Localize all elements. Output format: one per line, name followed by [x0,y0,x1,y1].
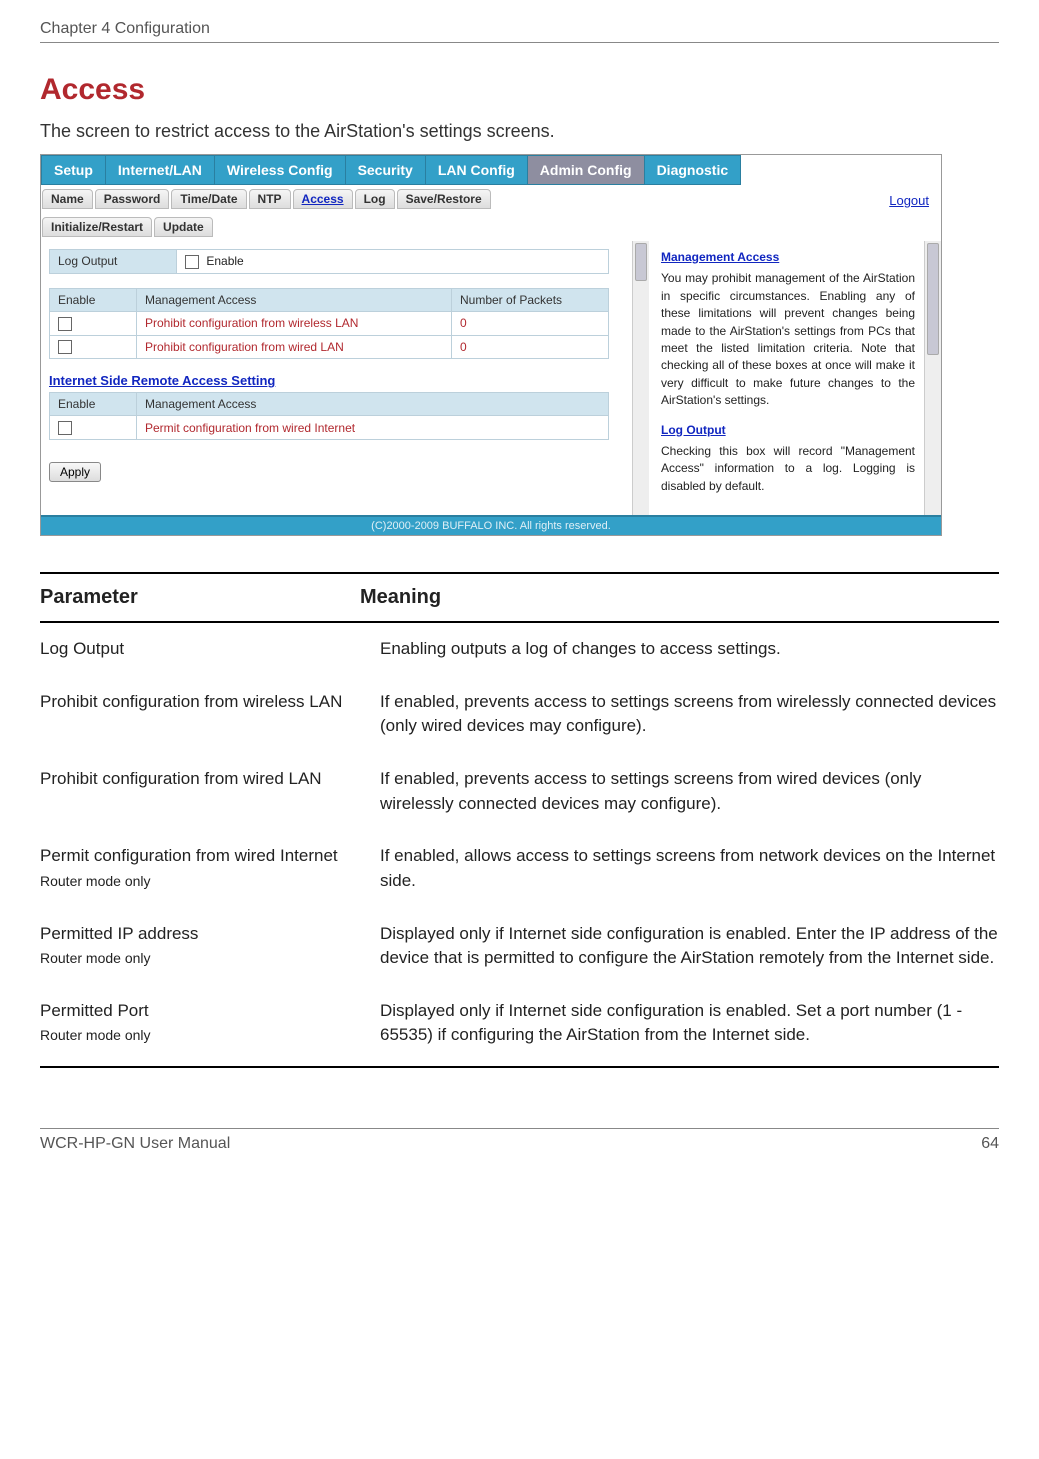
remote-header-enable: Enable [50,393,137,416]
param-5-name: Permitted Port [40,1001,149,1020]
param-header-meaning: Meaning [360,586,999,609]
param-5-meaning: Displayed only if Internet side configur… [380,999,999,1048]
screenshot-right-pane: Management Access You may prohibit manag… [649,241,941,515]
param-1-name: Prohibit configuration from wireless LAN [40,692,342,711]
remote-access-table: Enable Management Access Permit configur… [49,392,609,440]
remote-header-access: Management Access [137,393,609,416]
param-4-meaning: Displayed only if Internet side configur… [380,922,999,971]
param-3-name: Permit configuration from wired Internet [40,846,338,865]
page-footer: WCR-HP-GN User Manual 64 [40,1128,999,1153]
footer-page-number: 64 [981,1135,999,1153]
param-5-note: Router mode only [40,1025,360,1045]
mgmt-row1-label: Prohibit configuration from wired LAN [137,335,452,359]
mgmt-row0-label: Prohibit configuration from wireless LAN [137,311,452,335]
screenshot-panel: Setup Internet/LAN Wireless Config Secur… [40,154,942,536]
subtab-name[interactable]: Name [42,189,93,209]
sub-tabs-row-1: Name Password Time/Date NTP Access Log S… [41,185,941,213]
help-management-access-title: Management Access [661,249,933,266]
management-access-table: Enable Management Access Number of Packe… [49,288,609,360]
tab-setup[interactable]: Setup [41,155,105,185]
subtab-update[interactable]: Update [154,217,213,237]
param-3-meaning: If enabled, allows access to settings sc… [380,844,999,893]
tab-lan-config[interactable]: LAN Config [425,155,527,185]
param-0-meaning: Enabling outputs a log of changes to acc… [380,637,999,662]
mgmt-row0-packets: 0 [452,311,609,335]
tab-security[interactable]: Security [345,155,425,185]
tab-diagnostic[interactable]: Diagnostic [644,155,742,185]
subtab-password[interactable]: Password [95,189,170,209]
chapter-header: Chapter 4 Configuration [40,20,999,43]
table-row: Prohibit configuration from wired LAN If… [40,753,999,830]
screenshot-footer: (C)2000-2009 BUFFALO INC. All rights res… [41,515,941,535]
subtab-ntp[interactable]: NTP [249,189,291,209]
apply-button[interactable]: Apply [49,462,101,482]
mgmt-header-access: Management Access [137,288,452,311]
table-row: Prohibit configuration from wireless LAN… [50,311,609,335]
mgmt-row1-packets: 0 [452,335,609,359]
mgmt-header-enable: Enable [50,288,137,311]
log-output-label: Log Output [50,250,177,274]
log-output-cell: Enable [177,250,609,274]
table-row: Permit configuration from wired Internet… [40,830,999,907]
table-row: Permitted Port Router mode only Displaye… [40,985,999,1062]
sub-tabs-row-2: Initialize/Restart Update [41,213,941,241]
mgmt-row1-checkbox[interactable] [58,340,72,354]
subtab-access[interactable]: Access [293,189,353,209]
parameter-table: Parameter Meaning Log Output Enabling ou… [40,572,999,1068]
help-log-output-title: Log Output [661,422,933,439]
remote-row0-label: Permit configuration from wired Internet [137,416,609,440]
subtab-time-date[interactable]: Time/Date [171,189,246,209]
footer-manual-title: WCR-HP-GN User Manual [40,1135,230,1153]
table-row: Prohibit configuration from wired LAN 0 [50,335,609,359]
section-title: Access [40,73,999,107]
help-management-access-body: You may prohibit management of the AirSt… [661,270,915,409]
log-output-checkbox-label: Enable [206,254,243,268]
help-log-output-body: Checking this box will record "Managemen… [661,443,915,495]
table-row: Permit configuration from wired Internet [50,416,609,440]
param-2-name: Prohibit configuration from wired LAN [40,769,322,788]
log-output-table: Log Output Enable [49,249,609,274]
table-row: Permitted IP address Router mode only Di… [40,908,999,985]
param-header-parameter: Parameter [40,586,360,609]
screenshot-left-pane: Log Output Enable Enable Management Acce… [41,241,649,515]
param-4-name: Permitted IP address [40,924,198,943]
param-4-note: Router mode only [40,948,360,968]
remote-row0-checkbox[interactable] [58,421,72,435]
subtab-initialize-restart[interactable]: Initialize/Restart [42,217,152,237]
table-row: Log Output Enabling outputs a log of cha… [40,623,999,676]
right-scrollbar[interactable] [924,241,941,515]
mgmt-row0-checkbox[interactable] [58,317,72,331]
tab-internet-lan[interactable]: Internet/LAN [105,155,214,185]
param-1-meaning: If enabled, prevents access to settings … [380,690,999,739]
subtab-save-restore[interactable]: Save/Restore [397,189,491,209]
subtab-log[interactable]: Log [355,189,395,209]
log-output-checkbox[interactable] [185,255,199,269]
tab-admin-config[interactable]: Admin Config [527,155,644,185]
remote-section-title: Internet Side Remote Access Setting [49,373,649,388]
left-scrollbar[interactable] [632,241,649,515]
tab-wireless-config[interactable]: Wireless Config [214,155,345,185]
logout-link[interactable]: Logout [889,193,929,208]
param-3-note: Router mode only [40,871,360,891]
main-tabs: Setup Internet/LAN Wireless Config Secur… [41,155,941,185]
table-row: Prohibit configuration from wireless LAN… [40,676,999,753]
mgmt-header-packets: Number of Packets [452,288,609,311]
param-0-name: Log Output [40,639,124,658]
intro-text: The screen to restrict access to the Air… [40,121,999,142]
param-2-meaning: If enabled, prevents access to settings … [380,767,999,816]
